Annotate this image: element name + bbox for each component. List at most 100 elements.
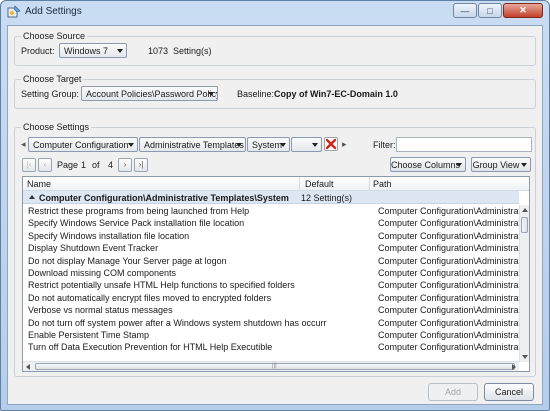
minimize-icon: — (460, 5, 470, 16)
first-page-button[interactable]: |‹ (22, 158, 36, 172)
column-header-path[interactable]: Path (373, 179, 392, 189)
group-header-row[interactable]: Computer Configuration\Administrative Te… (23, 191, 519, 204)
breadcrumb-level-4[interactable] (291, 137, 322, 152)
column-divider[interactable] (299, 177, 300, 191)
setting-group-select[interactable]: Account Policies\Password Policy (81, 86, 218, 101)
chevron-down-icon (117, 49, 123, 53)
table-row[interactable]: Do not turn off system power after a Win… (23, 317, 519, 329)
title-bar[interactable]: Add Settings — □ ✕ (1, 1, 549, 23)
choose-target-group: Choose Target Setting Group: Account Pol… (14, 74, 536, 109)
previous-page-icon: ‹ (43, 160, 47, 169)
page-of-label: of (92, 160, 100, 170)
table-row[interactable]: Restrict these programs from being launc… (23, 205, 519, 217)
setting-group-value: Account Policies\Password Policy (86, 89, 218, 99)
filter-input[interactable] (396, 137, 532, 152)
row-name: Verbose vs normal status messages (28, 305, 173, 316)
page-total: 4 (108, 160, 114, 170)
table-row[interactable]: Specify Windows Service Pack installatio… (23, 217, 519, 229)
chevron-down-icon (280, 143, 286, 147)
chevron-down-icon (208, 92, 214, 96)
next-page-button[interactable]: › (118, 158, 132, 172)
choose-columns-label: Choose Columns (391, 160, 461, 170)
breadcrumb-right-arrow[interactable]: ▸ (342, 139, 347, 150)
close-icon: ✕ (519, 5, 527, 15)
row-path: Computer Configuration\Administrat (378, 292, 519, 303)
scroll-right-icon[interactable] (512, 364, 516, 370)
baseline-value: Copy of Win7-EC-Domain 1.0 (274, 89, 398, 99)
row-name: Restrict these programs from being launc… (28, 206, 250, 216)
row-name: Do not turn off system power after a Win… (28, 317, 327, 328)
choose-target-label: Choose Target (21, 74, 84, 84)
cancel-button[interactable]: Cancel (484, 383, 534, 401)
group-name: Computer Configuration\Administrative Te… (39, 193, 289, 203)
clear-breadcrumb-button[interactable] (324, 137, 338, 151)
table-row[interactable]: Specify Windows installation file locati… (23, 230, 519, 242)
setting-group-label: Setting Group: (21, 89, 80, 99)
row-name: Enable Persistent Time Stamp (28, 329, 150, 340)
page-label: Page (57, 160, 79, 170)
table-row[interactable]: Verbose vs normal status messages Compute… (23, 304, 519, 316)
row-path: Computer Configuration\Administrat (378, 305, 519, 316)
add-button-label: Add (444, 387, 461, 397)
add-settings-window: Add Settings — □ ✕ Choose Source Product… (0, 0, 550, 411)
group-view-label: Group View (472, 160, 520, 170)
table-row[interactable]: Do not automatically encrypt files moved… (23, 292, 519, 304)
column-header-default[interactable]: Default (305, 179, 334, 189)
choose-source-label: Choose Source (21, 31, 88, 41)
row-name: Restrict potentially unsafe HTML Help fu… (28, 280, 295, 291)
horizontal-scrollbar[interactable]: ||| (23, 361, 519, 371)
chevron-down-icon (236, 143, 242, 147)
breadcrumb-left-arrow[interactable]: ◂ (21, 139, 26, 150)
grid-header: Name Default Path (23, 177, 529, 191)
add-button[interactable]: Add (428, 383, 478, 401)
row-name: Specify Windows installation file locati… (28, 230, 190, 241)
settings-wizard-icon (7, 5, 21, 18)
row-path: Computer Configuration\Administrat (378, 218, 519, 229)
product-select[interactable]: Windows 7 (59, 43, 127, 58)
table-row[interactable]: Restrict potentially unsafe HTML Help fu… (23, 279, 519, 291)
settings-rows: Restrict these programs from being launc… (23, 205, 519, 354)
row-name: Do not display Manage Your Server page a… (28, 255, 227, 266)
chevron-down-icon (128, 143, 134, 147)
maximize-button[interactable]: □ (478, 3, 502, 18)
row-path: Computer Configuration\Administrat (378, 255, 519, 266)
row-name: Display Shutdown Event Tracker (28, 243, 159, 254)
minimize-button[interactable]: — (453, 3, 477, 18)
column-divider[interactable] (369, 177, 370, 191)
group-view-button[interactable]: Group View (471, 157, 531, 172)
chevron-down-icon (456, 163, 462, 167)
last-page-button[interactable]: ›| (134, 158, 148, 172)
breadcrumb-level-2-label: Administrative Templates (144, 140, 244, 150)
breadcrumb-level-2[interactable]: Administrative Templates (139, 137, 246, 152)
breadcrumb-level-1[interactable]: Computer Configuration (28, 137, 138, 152)
row-path: Computer Configuration\Administrat (378, 243, 519, 254)
scroll-up-icon[interactable] (522, 208, 528, 212)
red-x-icon (325, 138, 337, 150)
scroll-down-icon[interactable] (522, 355, 528, 359)
previous-page-button[interactable]: ‹ (38, 158, 52, 172)
maximize-icon: □ (487, 5, 493, 16)
choose-columns-button[interactable]: Choose Columns (390, 157, 466, 172)
settings-grid: Name Default Path Computer Configuration… (22, 176, 530, 372)
chevron-down-icon (521, 163, 527, 167)
choose-source-group: Choose Source Product: Windows 7 1073 Se… (14, 31, 536, 66)
table-row[interactable]: Enable Persistent Time Stamp Computer Con… (23, 329, 519, 341)
vertical-scrollbar[interactable] (519, 205, 529, 362)
collapse-triangle-icon[interactable] (29, 195, 35, 199)
table-row[interactable]: Turn off Data Execution Prevention for H… (23, 341, 519, 353)
product-label: Product: (21, 46, 55, 56)
vertical-scroll-thumb[interactable] (521, 217, 528, 233)
breadcrumb-level-3[interactable]: System (247, 137, 290, 152)
breadcrumb-level-1-label: Computer Configuration (33, 140, 129, 150)
last-page-icon: ›| (138, 160, 144, 169)
table-row[interactable]: Display Shutdown Event Tracker Computer C… (23, 242, 519, 254)
row-path: Computer Configuration\Administrat (378, 329, 519, 340)
column-header-name[interactable]: Name (27, 179, 51, 189)
scroll-left-icon[interactable] (26, 364, 30, 370)
row-name: Turn off Data Execution Prevention for H… (28, 342, 273, 353)
close-button[interactable]: ✕ (503, 3, 543, 18)
table-row[interactable]: Do not display Manage Your Server page a… (23, 255, 519, 267)
table-row[interactable]: Download missing COM components Computer … (23, 267, 519, 279)
next-page-icon: › (123, 160, 127, 169)
row-name: Download missing COM components (28, 267, 177, 278)
